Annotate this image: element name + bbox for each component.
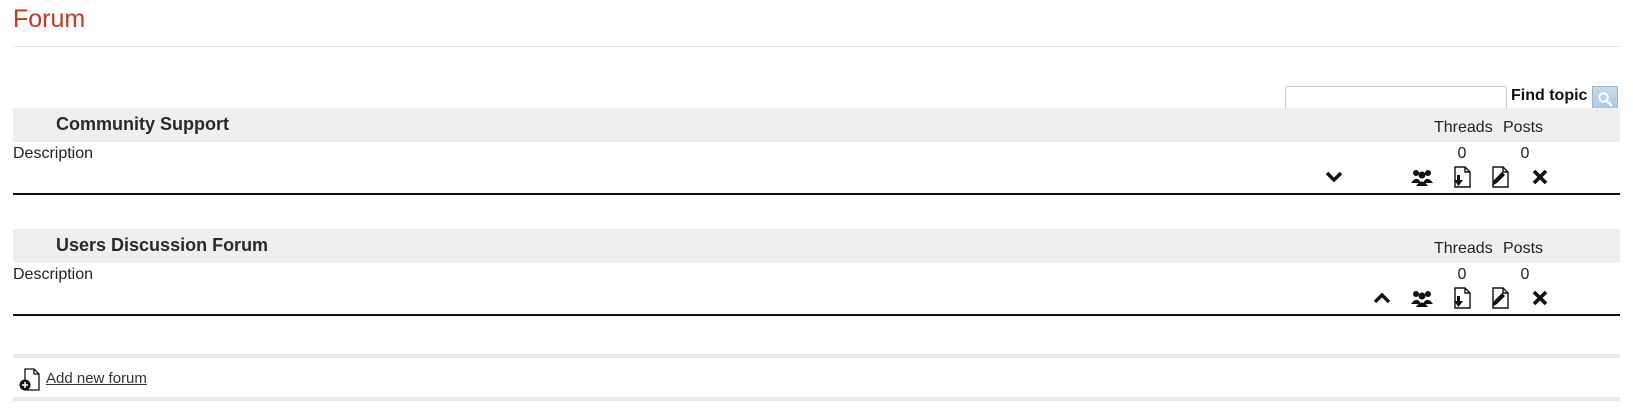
move-down-button[interactable] <box>1322 165 1346 189</box>
chevron-down-icon <box>1325 171 1343 183</box>
threads-column-header: Threads <box>1434 240 1493 257</box>
footer-divider <box>13 397 1620 401</box>
footer-divider <box>13 354 1620 358</box>
forum-section: Users Discussion Forum Threads Posts Des… <box>13 229 1620 319</box>
document-edit-icon <box>1492 166 1509 188</box>
posts-column-header: Posts <box>1503 119 1544 136</box>
find-topic-label: Find topic <box>1511 87 1588 104</box>
edit-button[interactable] <box>1488 286 1512 310</box>
page-title: Forum <box>13 5 86 33</box>
add-new-forum-link[interactable]: Add new forum <box>46 370 147 387</box>
delete-button[interactable] <box>1528 165 1552 189</box>
posts-count: 0 <box>1520 145 1530 162</box>
forum-divider <box>13 193 1620 195</box>
users-icon <box>1411 291 1433 307</box>
forum-divider <box>13 314 1620 316</box>
move-up-button[interactable] <box>1370 286 1394 310</box>
forum-description: Description <box>13 145 94 162</box>
close-icon <box>1532 290 1548 306</box>
forum-name[interactable]: Community Support <box>56 114 229 135</box>
threads-count: 0 <box>1457 145 1467 162</box>
edit-button[interactable] <box>1488 165 1512 189</box>
document-edit-icon <box>1492 287 1509 309</box>
permissions-button[interactable] <box>1410 286 1434 310</box>
forum-name[interactable]: Users Discussion Forum <box>56 235 268 256</box>
users-icon <box>1411 170 1433 186</box>
title-divider <box>13 46 1620 47</box>
add-forum-icon-button[interactable] <box>18 368 42 392</box>
forum-description: Description <box>13 266 94 283</box>
document-download-icon <box>1454 166 1471 188</box>
export-button[interactable] <box>1450 286 1474 310</box>
permissions-button[interactable] <box>1410 165 1434 189</box>
export-button[interactable] <box>1450 165 1474 189</box>
posts-column-header: Posts <box>1503 240 1544 257</box>
search-input[interactable] <box>1285 86 1507 110</box>
threads-count: 0 <box>1457 266 1467 283</box>
posts-count: 0 <box>1520 266 1530 283</box>
close-icon <box>1532 169 1548 185</box>
threads-column-header: Threads <box>1434 119 1493 136</box>
delete-button[interactable] <box>1528 286 1552 310</box>
forum-section: Community Support Threads Posts Descript… <box>13 108 1620 198</box>
chevron-up-icon <box>1373 292 1391 304</box>
forum-header: Community Support Threads Posts <box>13 108 1620 142</box>
document-download-icon <box>1454 287 1471 309</box>
forum-header: Users Discussion Forum Threads Posts <box>13 229 1620 263</box>
add-document-icon <box>19 368 40 391</box>
search-icon <box>1598 92 1613 107</box>
